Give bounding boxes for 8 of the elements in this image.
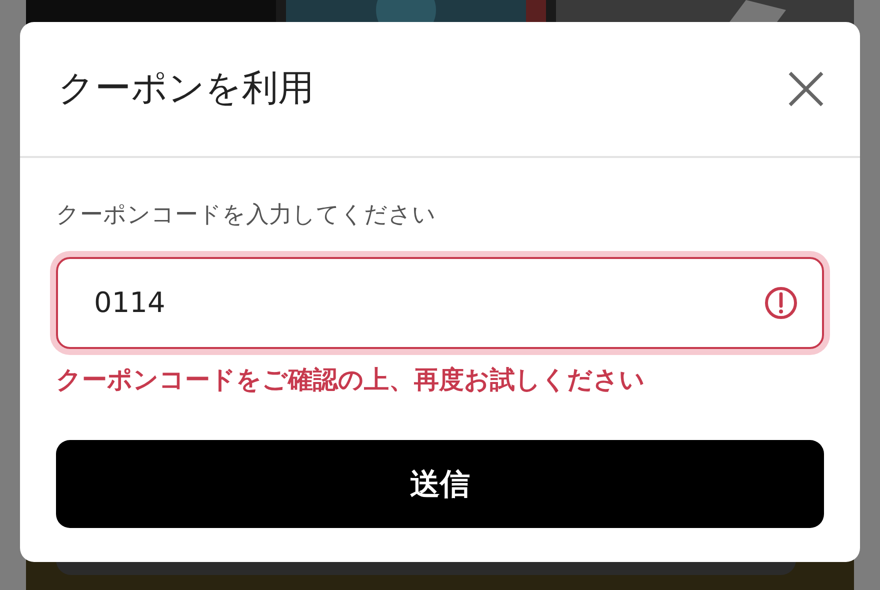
close-icon bbox=[788, 71, 824, 107]
field-label: クーポンコードを入力してください bbox=[56, 201, 437, 230]
field-value: 0114 bbox=[94, 284, 166, 320]
submit-button[interactable]: 送信 bbox=[56, 440, 824, 528]
error-message: クーポンコードをご確認の上、再度お試しください bbox=[56, 364, 646, 396]
close-button[interactable] bbox=[786, 69, 826, 109]
dialog-title: クーポンを利用 bbox=[58, 67, 314, 111]
error-icon bbox=[764, 286, 798, 320]
